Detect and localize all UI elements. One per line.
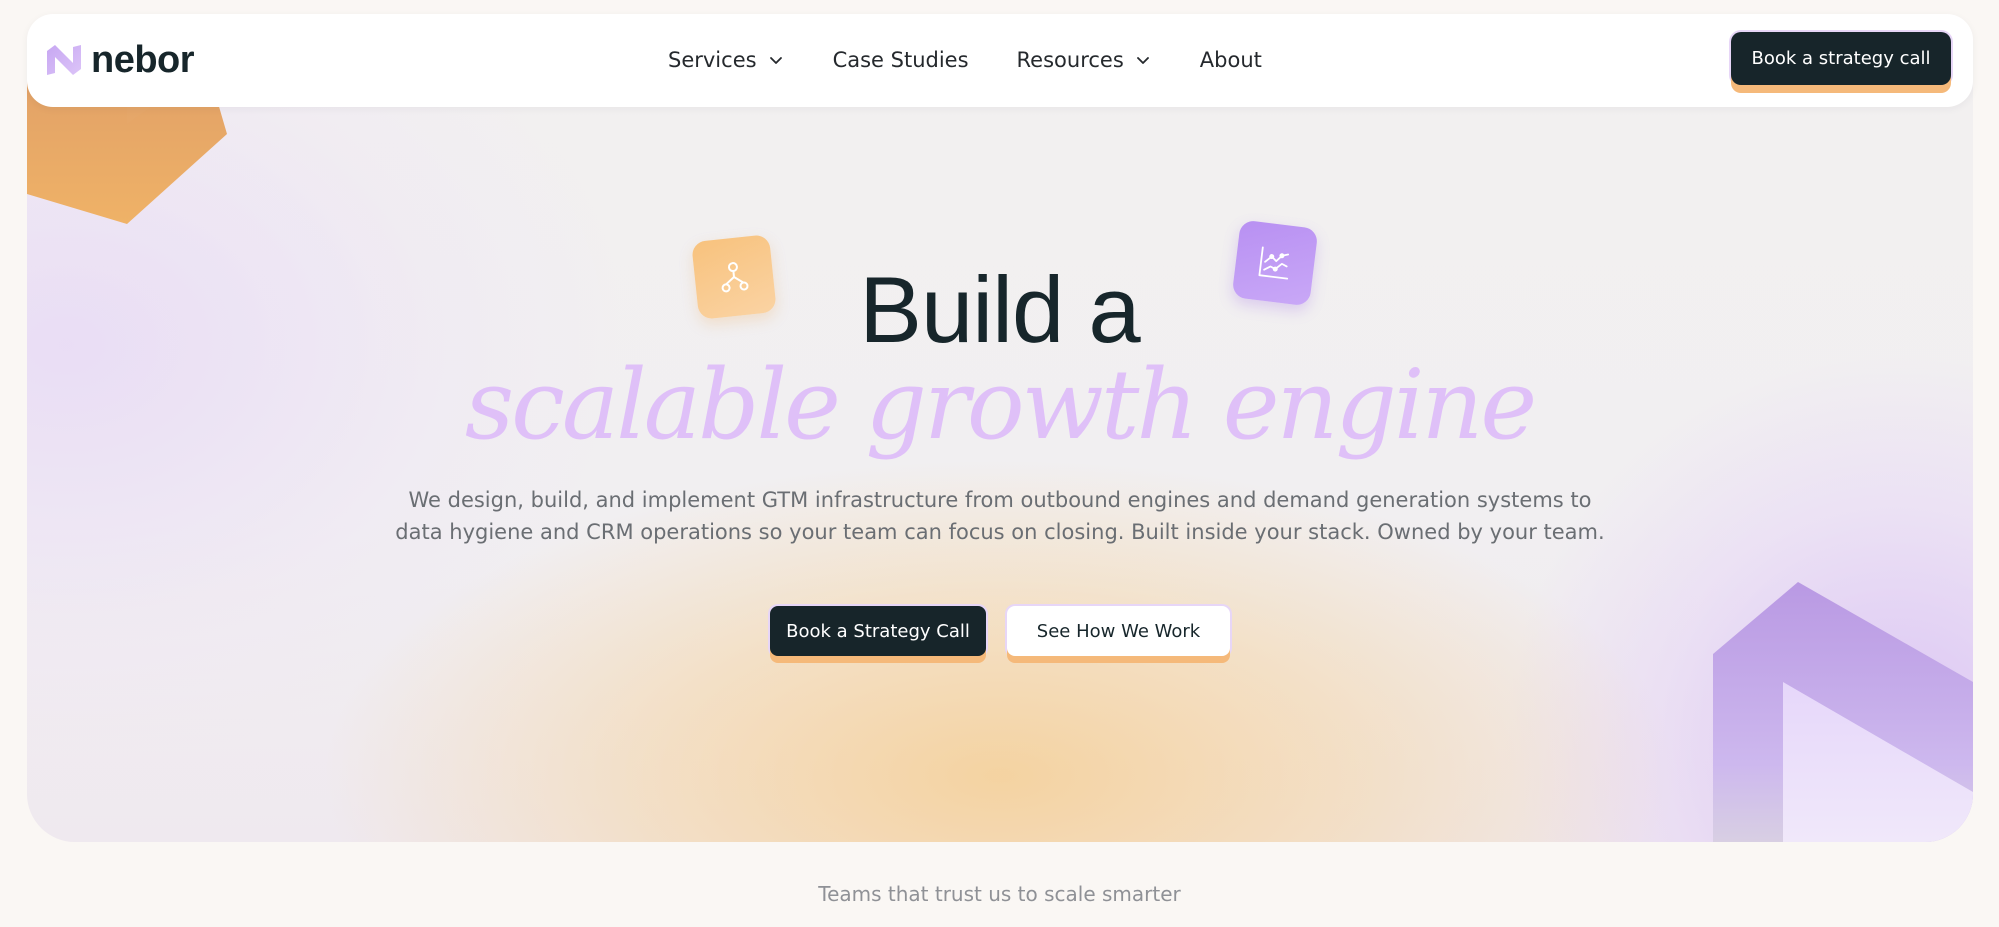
nav-item-resources[interactable]: Resources [1017, 48, 1152, 72]
see-how-we-work-button[interactable]: See How We Work [1007, 606, 1230, 656]
trust-heading: Teams that trust us to scale smarter [818, 882, 1181, 906]
main-nav: Services Case Studies Resources About [668, 45, 1262, 75]
nav-item-label: About [1199, 48, 1262, 72]
hero-headline-accent: scalable growth engine [464, 349, 1537, 461]
nav-item-label: Resources [1016, 48, 1124, 72]
nebor-logo-mark [47, 45, 81, 75]
hero-subcopy: We design, build, and implement GTM infr… [395, 488, 1605, 544]
book-strategy-call-button[interactable]: Book a Strategy Call [770, 606, 986, 656]
top-navbar: nebor Services Case Studies Resources Ab… [27, 14, 1973, 107]
nav-item-about[interactable]: About [1200, 48, 1262, 72]
nav-item-label: Case Studies [832, 48, 969, 72]
book-strategy-call-nav-button[interactable]: Book a strategy call [1731, 32, 1951, 85]
nav-item-label: Services [668, 48, 757, 72]
brand-name: nebor [91, 39, 195, 81]
brand-logo[interactable]: nebor [45, 36, 195, 84]
nav-item-services[interactable]: Services [668, 48, 785, 72]
chevron-down-icon [1136, 57, 1149, 64]
chevron-down-icon [769, 57, 782, 64]
decorative-shape-purple [1713, 582, 1973, 842]
nav-item-case-studies[interactable]: Case Studies [833, 48, 969, 72]
